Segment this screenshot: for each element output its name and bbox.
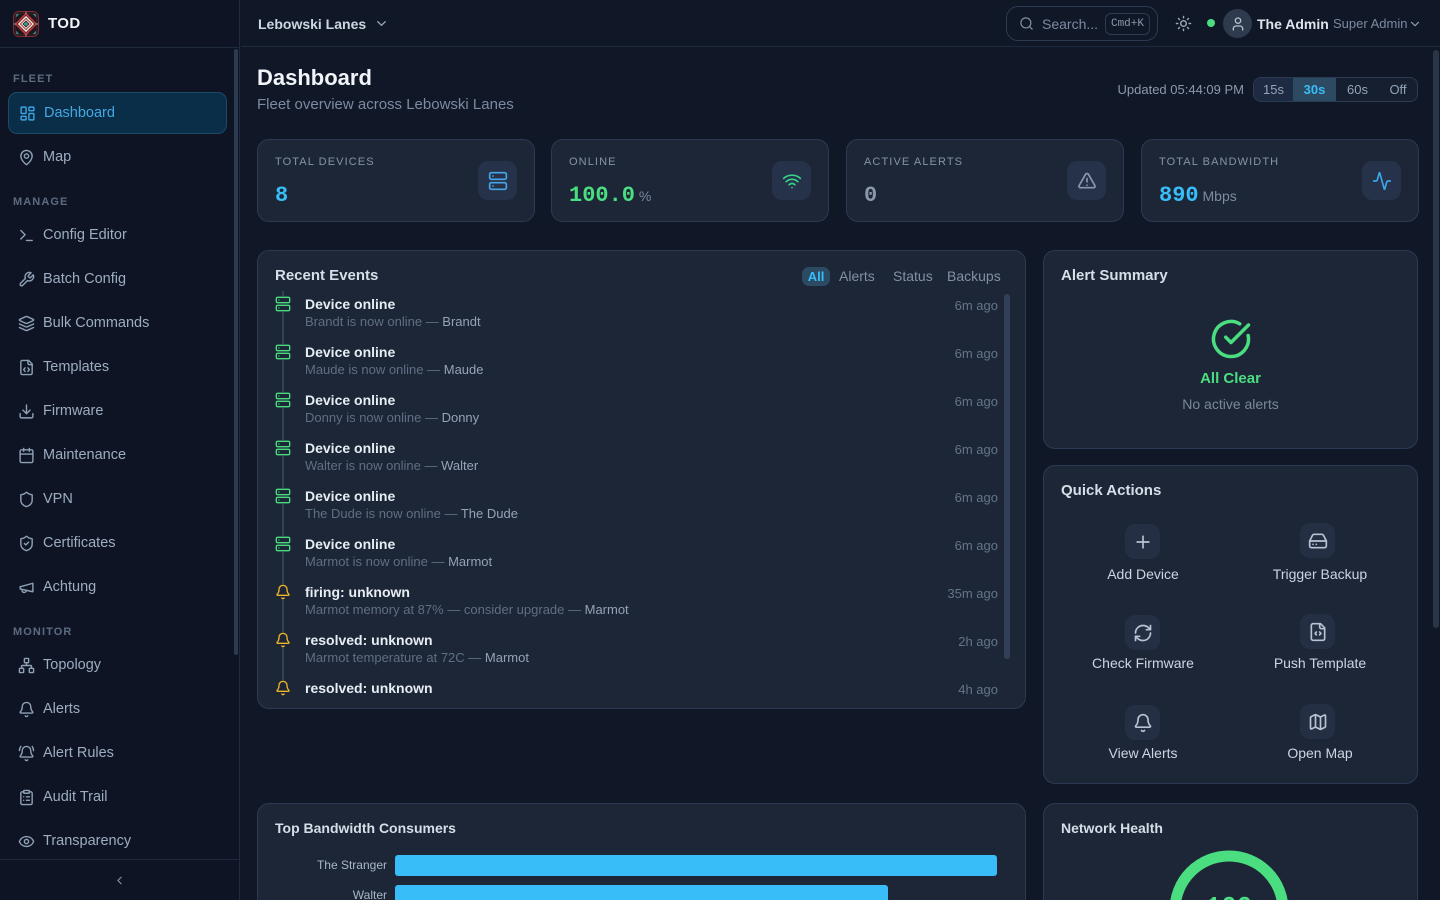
svg-text:100: 100	[1206, 892, 1253, 900]
